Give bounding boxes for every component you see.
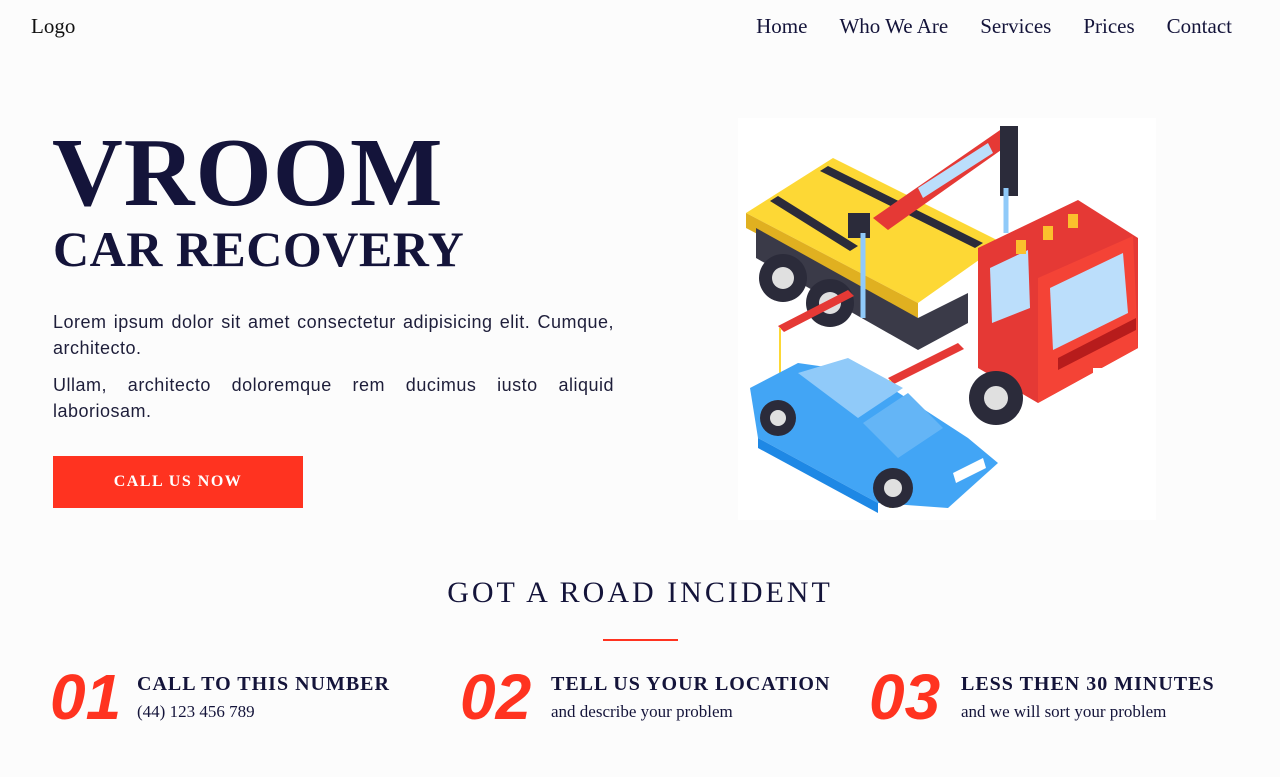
nav-home[interactable]: Home <box>756 14 807 39</box>
hero-subtitle: CAR RECOVERY <box>53 221 465 277</box>
hero-title: VROOM <box>52 119 444 227</box>
nav-who-we-are[interactable]: Who We Are <box>839 14 948 39</box>
hero-paragraph-1: Lorem ipsum dolor sit amet consectetur a… <box>53 312 614 358</box>
step-number: 01 <box>50 661 122 733</box>
nav-prices[interactable]: Prices <box>1083 14 1134 39</box>
tow-truck-with-car-icon <box>738 118 1156 520</box>
title-divider <box>603 639 678 641</box>
hero-paragraph-2: Ullam, architecto doloremque rem ducimus… <box>53 375 614 421</box>
step-detail: and describe your problem <box>551 702 733 721</box>
call-us-now-button[interactable]: CALL US NOW <box>53 456 303 508</box>
step-number: 03 <box>869 661 941 733</box>
phone-number[interactable]: (44) 123 456 789 <box>137 702 255 722</box>
step-number: 02 <box>460 661 532 733</box>
step-detail: and we will sort your problem <box>961 702 1167 721</box>
section-title: GOT A ROAD INCIDENT <box>447 576 833 609</box>
step-heading: TELL US YOUR LOCATION <box>551 673 831 695</box>
step-heading: LESS THEN 30 MINUTES <box>961 673 1215 695</box>
logo[interactable]: Logo <box>31 14 75 39</box>
step-heading: CALL TO THIS NUMBER <box>137 673 390 695</box>
main-nav: Home Who We Are Services Prices Contact <box>756 14 1232 39</box>
nav-services[interactable]: Services <box>980 14 1051 39</box>
nav-contact[interactable]: Contact <box>1167 14 1232 39</box>
